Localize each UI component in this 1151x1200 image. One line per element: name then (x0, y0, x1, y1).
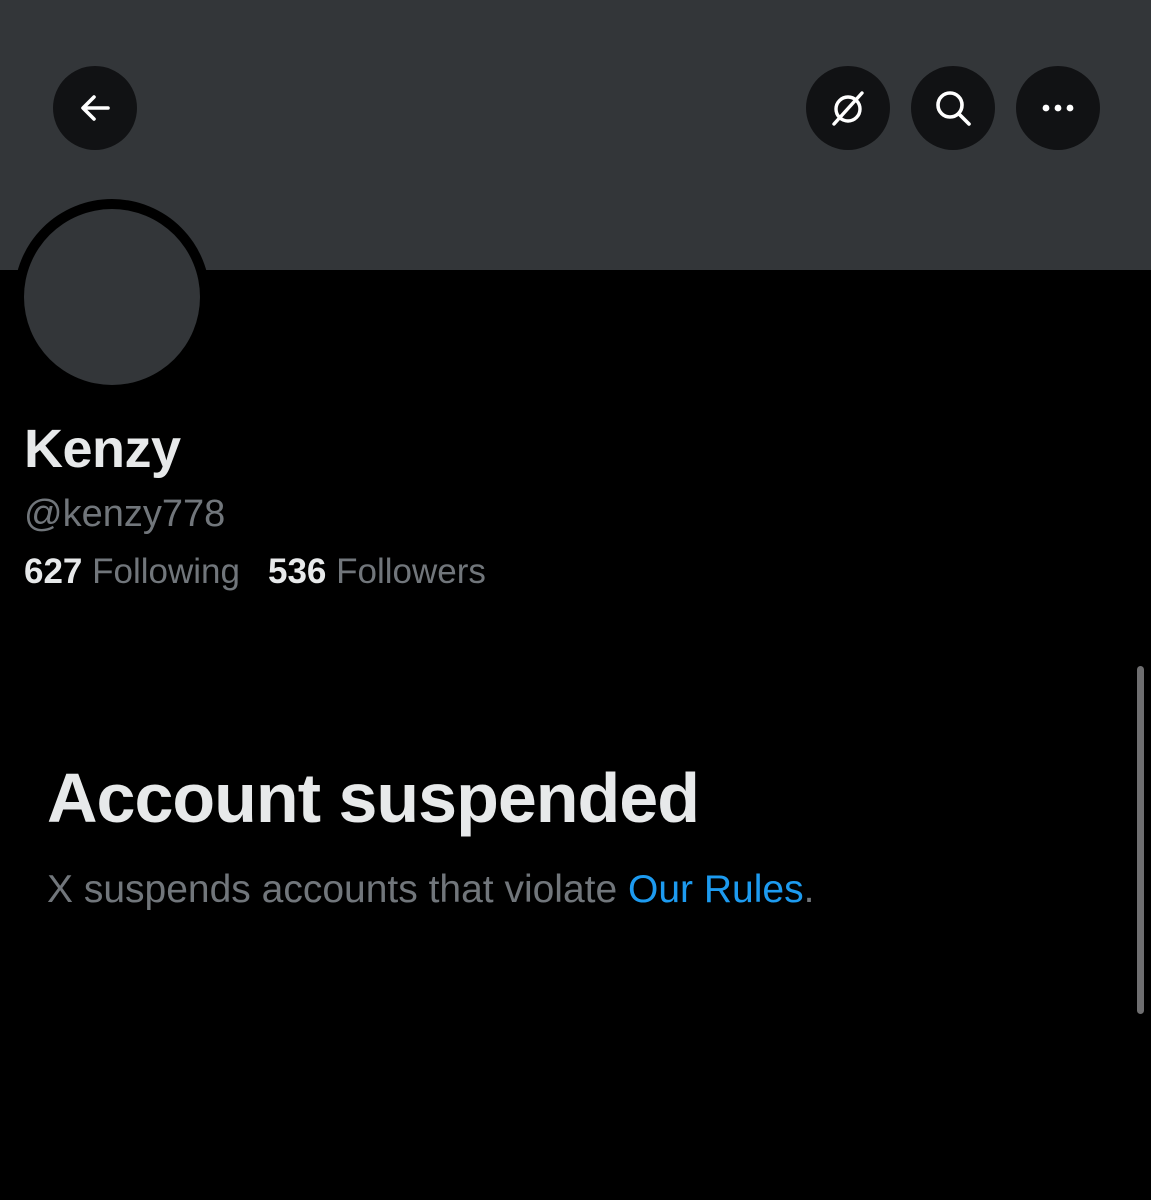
suspension-title: Account suspended (47, 759, 700, 837)
more-horizontal-icon (1042, 104, 1074, 112)
avatar[interactable] (24, 209, 200, 385)
avatar-border (14, 199, 210, 395)
username-handle: @kenzy778 (24, 493, 226, 535)
grok-button[interactable] (806, 66, 890, 150)
following-link[interactable]: 627 Following (24, 552, 240, 592)
suspension-message: X suspends accounts that violate Our Rul… (47, 868, 814, 912)
arrow-left-icon (81, 95, 110, 121)
more-button[interactable] (1016, 66, 1100, 150)
our-rules-link[interactable]: Our Rules (628, 868, 804, 911)
search-icon (936, 91, 971, 126)
back-button[interactable] (53, 66, 137, 150)
followers-count: 536 (268, 552, 327, 591)
following-label: Following (92, 552, 240, 591)
followers-link[interactable]: 536 Followers (268, 552, 486, 592)
scrollbar[interactable] (1137, 666, 1144, 1014)
grok-icon (832, 91, 864, 126)
followers-label: Followers (336, 552, 486, 591)
following-count: 627 (24, 552, 83, 591)
display-name: Kenzy (24, 419, 181, 479)
search-button[interactable] (911, 66, 995, 150)
follow-stats: 627 Following 536 Followers (24, 552, 486, 592)
suspension-message-text: X suspends accounts that violate (47, 868, 629, 911)
suspension-message-period: . (803, 868, 815, 911)
